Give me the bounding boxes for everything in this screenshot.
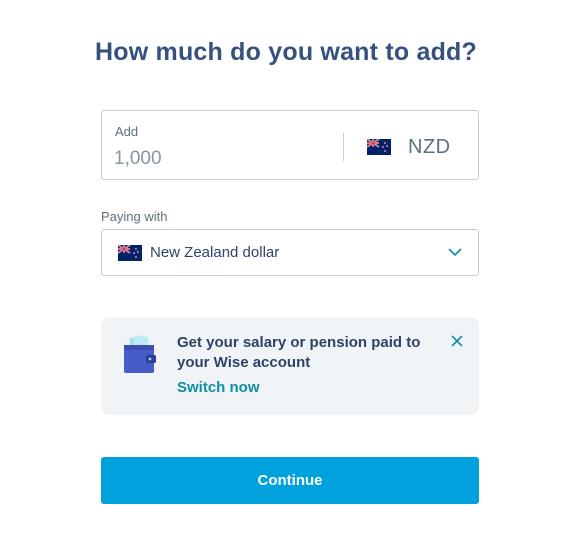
wallet-icon (124, 335, 156, 373)
switch-now-link[interactable]: Switch now (177, 379, 260, 396)
paying-with-value: New Zealand dollar (150, 244, 280, 261)
nz-flag-icon (118, 244, 142, 261)
chevron-down-icon (448, 248, 462, 257)
continue-button[interactable]: Continue (101, 457, 479, 504)
currency-code: NZD (408, 135, 451, 158)
close-icon[interactable] (451, 335, 463, 347)
amount-field[interactable]: Add NZD (101, 110, 479, 180)
amount-label: Add (115, 124, 139, 139)
nz-flag-icon (367, 139, 391, 155)
paying-with-label: Paying with (101, 209, 168, 224)
amount-divider (343, 133, 344, 161)
amount-input[interactable] (114, 146, 314, 172)
page-title: How much do you want to add? (95, 38, 477, 66)
promo-card: Get your salary or pension paid to your … (101, 317, 479, 415)
paying-with-select[interactable]: New Zealand dollar (101, 229, 479, 276)
promo-text: Get your salary or pension paid to your … (177, 334, 421, 371)
currency-selector[interactable]: NZD (367, 133, 451, 161)
